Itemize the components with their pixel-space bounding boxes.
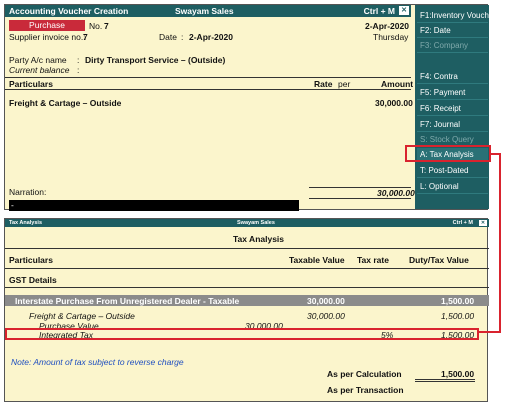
voucher-day: Thursday [373,32,409,42]
tax-analysis-window: Tax Analysis Swayam Sales Ctrl + M ✕ Tax… [4,218,489,402]
col-rate: Rate [314,79,333,89]
calc-value: 1,500.00 [441,369,475,379]
gst-details-heading: GST Details [9,275,57,285]
btn-payment[interactable]: F5: Payment [417,86,488,100]
btn-contra[interactable]: F4: Contra [417,70,488,84]
window-title: Tax Analysis [9,220,43,226]
divider [5,268,489,269]
ledger-row-name[interactable]: Freight & Cartage – Outside [29,311,135,321]
group-taxable: 30,000.00 [307,296,345,306]
connector-line [478,331,501,333]
voucher-date[interactable]: 2-Apr-2020 [365,21,409,31]
date-field[interactable]: 2-Apr-2020 [189,32,233,42]
divider [5,77,411,78]
voucher-type-badge[interactable]: Purchase [9,20,85,31]
narration-input[interactable]: - [9,200,299,211]
transaction-label: As per Transaction [327,385,404,395]
divider [415,381,475,382]
party-label: Party A/c name [9,55,67,65]
col-duty-tax-value: Duty/Tax Value [409,255,469,265]
close-icon[interactable]: ✕ [399,6,409,15]
ledger-row-name[interactable]: Freight & Cartage – Outside [9,98,121,108]
highlight-box [405,145,491,162]
btn-company[interactable]: F3: Company [417,39,488,53]
reverse-charge-note: Note: Amount of tax subject to reverse c… [11,357,184,367]
voucher-no-label: No. [89,21,103,31]
col-particulars: Particulars [9,79,53,89]
group-label: Interstate Purchase From Unregistered De… [15,296,240,306]
btn-inventory-vouchers[interactable]: F1:Inventory Vouchers [417,9,500,23]
col-per: per [338,79,351,89]
report-heading: Tax Analysis [233,234,285,244]
tax-group-row[interactable]: Interstate Purchase From Unregistered De… [5,295,489,306]
company-name: Swayam Sales [237,220,275,226]
button-panel: F1:Inventory Vouchers F2: Date F3: Compa… [415,5,500,209]
supplier-invoice-label: Supplier invoice no.: [9,32,86,42]
divider [5,287,489,288]
connector-line [499,153,501,333]
shortcut-hint: Ctrl + M [363,6,395,16]
divider [5,248,489,249]
text-cursor: - [11,200,14,210]
close-icon[interactable]: ✕ [479,220,487,226]
col-taxable-value: Taxable Value [289,255,345,265]
voucher-titlebar: Accounting Voucher Creation Swayam Sales… [5,5,411,17]
party-separator: : [77,55,80,65]
divider [309,198,411,199]
col-amount: Amount [381,79,414,89]
col-particulars: Particulars [9,255,53,265]
narration-label: Narration: [9,187,47,197]
balance-label: Current balance [9,65,70,75]
date-label: Date [159,32,177,42]
date-separator: : [181,32,184,42]
window-title: Accounting Voucher Creation [9,6,129,16]
total-amount: 30,000.00 [377,188,415,198]
supplier-invoice-value[interactable]: 7 [83,32,88,42]
divider [5,89,411,90]
btn-receipt[interactable]: F6: Receipt [417,102,488,116]
group-duty: 1,500.00 [441,296,475,306]
calc-label: As per Calculation [327,369,402,379]
balance-separator: : [77,65,80,75]
shortcut-hint: Ctrl + M [452,220,473,226]
party-field[interactable]: Dirty Transport Service – (Outside) [85,55,225,65]
btn-journal[interactable]: F7: Journal [417,118,488,132]
divider [415,379,475,380]
btn-date[interactable]: F2: Date [417,24,488,38]
voucher-no-value[interactable]: 7 [104,21,109,31]
col-tax-rate: Tax rate [357,255,389,265]
highlight-box [5,328,479,340]
tax-titlebar: Tax Analysis Swayam Sales Ctrl + M ✕ [5,219,489,227]
btn-post-dated[interactable]: T: Post-Dated [417,164,488,178]
ledger-duty: 1,500.00 [441,311,475,321]
ledger-taxable: 30,000.00 [307,311,345,321]
btn-optional[interactable]: L: Optional [417,180,488,194]
accounting-voucher-window: Accounting Voucher Creation Swayam Sales… [4,4,500,211]
ledger-row-amount[interactable]: 30,000.00 [375,98,413,108]
company-name: Swayam Sales [175,6,234,16]
